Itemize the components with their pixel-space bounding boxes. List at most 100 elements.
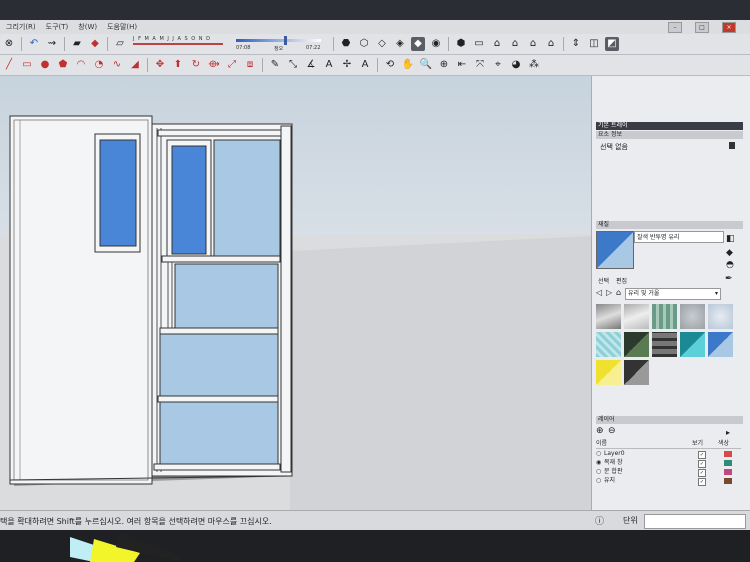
time-knob[interactable] [284, 36, 287, 45]
wireframe-style-icon[interactable]: ⬡ [357, 37, 371, 51]
arc-tool-icon[interactable]: ◠ [74, 58, 88, 72]
measurements-input[interactable] [644, 514, 746, 529]
info-icon[interactable]: ⓘ [595, 514, 604, 527]
walk-tool-icon[interactable]: ⁂ [527, 58, 541, 72]
layer-color-swatch[interactable] [724, 451, 732, 457]
push-pull-tool-icon[interactable]: ⬆ [171, 58, 185, 72]
zoom-window-icon[interactable]: ⊕ [437, 58, 451, 72]
front-view-icon[interactable]: ⌂ [490, 37, 504, 51]
tab-select[interactable]: 선택 [598, 276, 609, 285]
sample-paint-icon[interactable]: ◓ [726, 260, 734, 270]
freehand-tool-icon[interactable]: ∿ [110, 58, 124, 72]
offset-tool-icon[interactable]: ⧈ [243, 58, 257, 72]
zoom-tool-icon[interactable]: 🔍 [419, 58, 433, 72]
maximize-button[interactable]: □ [695, 21, 709, 33]
material-swatch[interactable] [680, 304, 705, 329]
eyedropper-icon[interactable]: ✒ [725, 274, 733, 284]
material-swatch[interactable] [680, 332, 705, 357]
left-view-icon[interactable]: ⌂ [544, 37, 558, 51]
layer-radio-icon[interactable]: ○ [596, 468, 601, 476]
material-swatch[interactable] [624, 304, 649, 329]
layer-visible-checkbox[interactable]: ✓ [698, 460, 706, 468]
entity-info-header[interactable]: 요소 정보 [596, 131, 743, 139]
back-view-icon[interactable]: ⌂ [526, 37, 540, 51]
layer-radio-icon[interactable]: ◉ [596, 459, 601, 467]
section-plane-icon[interactable]: ⇕ [569, 37, 583, 51]
shaded-texture-style-icon[interactable]: ◆ [411, 37, 425, 51]
material-swatch[interactable] [596, 360, 621, 385]
rectangle-tool-icon[interactable]: ▭ [20, 58, 34, 72]
move-tool-icon[interactable]: ✥ [153, 58, 167, 72]
section-cut-icon[interactable]: ◩ [605, 37, 619, 51]
orbit-icon[interactable]: ⇝ [45, 37, 59, 51]
layer-color-swatch[interactable] [724, 460, 732, 466]
dimension-tool-icon[interactable]: ⤡ [286, 58, 300, 72]
menu-draw[interactable]: 그리기(R) [6, 22, 36, 32]
pan-tool-icon[interactable]: ✋ [401, 58, 415, 72]
xray-style-icon[interactable]: ⬣ [339, 37, 353, 51]
iso-view-icon[interactable]: ⬢ [454, 37, 468, 51]
paint-bucket-icon[interactable]: ◆ [88, 37, 102, 51]
orbit-tool-icon[interactable]: ⟲ [383, 58, 397, 72]
menu-help[interactable]: 도움말(H) [107, 22, 137, 32]
text-tool-icon[interactable]: A [322, 58, 336, 72]
delete-layer-icon[interactable]: ⊖ [608, 426, 616, 436]
material-swatch[interactable] [652, 332, 677, 357]
display-section-icon[interactable]: ◫ [587, 37, 601, 51]
material-name-field[interactable]: 잘색 반투명 유리 [634, 231, 724, 243]
back-arrow-icon[interactable]: ◁ [596, 288, 602, 297]
menu-window[interactable]: 창(W) [78, 22, 97, 32]
materials-header[interactable]: 재질 [596, 221, 743, 229]
eraser-tool-icon[interactable]: ◢ [128, 58, 142, 72]
top-view-icon[interactable]: ▭ [472, 37, 486, 51]
shadow-toggle-icon[interactable]: ▱ [113, 37, 127, 51]
layer-row[interactable]: ○ 유지 ✓ [596, 477, 741, 486]
layer-visible-checkbox[interactable]: ✓ [698, 478, 706, 486]
hidden-line-style-icon[interactable]: ◇ [375, 37, 389, 51]
rotate-tool-icon[interactable]: ↻ [189, 58, 203, 72]
shaded-style-icon[interactable]: ◈ [393, 37, 407, 51]
paint-bucket-material-icon[interactable]: ◆ [726, 248, 733, 258]
line-tool-icon[interactable]: ╱ [2, 58, 16, 72]
tab-edit[interactable]: 편집 [616, 276, 627, 285]
layers-header[interactable]: 레이어 [596, 416, 743, 424]
layer-row[interactable]: ◉ 목재 창 ✓ [596, 459, 741, 468]
add-layer-icon[interactable]: ⊕ [596, 426, 604, 436]
forward-arrow-icon[interactable]: ▷ [606, 288, 612, 297]
layer-radio-icon[interactable]: ○ [596, 450, 601, 458]
shadow-month-slider[interactable]: J F M A M J J A S O N D [133, 36, 228, 52]
layer-color-swatch[interactable] [724, 469, 732, 475]
right-view-icon[interactable]: ⌂ [508, 37, 522, 51]
layer-color-swatch[interactable] [724, 478, 732, 484]
position-camera-icon[interactable]: ⌖ [491, 58, 505, 72]
layer-visible-checkbox[interactable]: ✓ [698, 469, 706, 477]
layer-row[interactable]: ○ 문 합판 ✓ [596, 468, 741, 477]
create-material-icon[interactable]: ◧ [726, 234, 735, 244]
home-icon[interactable]: ⌂ [616, 288, 621, 297]
axes-tool-icon[interactable]: ✢ [340, 58, 354, 72]
monochrome-style-icon[interactable]: ◉ [429, 37, 443, 51]
pie-tool-icon[interactable]: ◔ [92, 58, 106, 72]
minimize-button[interactable]: – [668, 21, 682, 33]
circle-tool-icon[interactable]: ● [38, 58, 52, 72]
layer-radio-icon[interactable]: ○ [596, 477, 601, 485]
follow-me-tool-icon[interactable]: ⟴ [207, 58, 221, 72]
library-select[interactable]: 유리 및 거울 ▾ [625, 288, 721, 300]
zoom-extents-icon[interactable]: ⤧ [473, 58, 487, 72]
push-pull-icon[interactable]: ▰ [70, 37, 84, 51]
modeling-viewport[interactable] [0, 76, 591, 510]
protractor-tool-icon[interactable]: ∡ [304, 58, 318, 72]
polygon-tool-icon[interactable]: ⬟ [56, 58, 70, 72]
material-swatch[interactable] [708, 332, 733, 357]
layer-row[interactable]: ○ Layer0 ✓ [596, 450, 741, 459]
scale-tool-icon[interactable]: ⤢ [225, 58, 239, 72]
cancel-icon[interactable]: ⊗ [2, 37, 16, 51]
menu-tools[interactable]: 도구(T) [46, 22, 69, 32]
material-swatch[interactable] [596, 304, 621, 329]
previous-view-icon[interactable]: ⇤ [455, 58, 469, 72]
3d-text-tool-icon[interactable]: A [358, 58, 372, 72]
material-swatch[interactable] [624, 332, 649, 357]
tape-measure-icon[interactable]: ✎ [268, 58, 282, 72]
layer-details-icon[interactable]: ▸ [726, 428, 730, 437]
material-swatch[interactable] [596, 332, 621, 357]
